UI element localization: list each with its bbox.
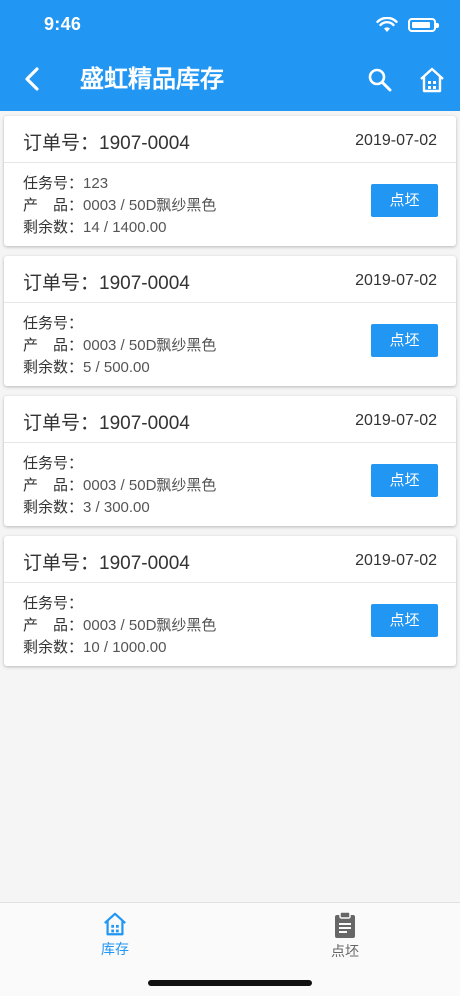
order-label: 订单号： [23,553,100,574]
order-number: 订单号：1907-0004 [23,133,190,155]
card-header: 订单号：1907-0004 2019-07-02 [4,256,456,303]
order-date: 2019-07-02 [355,412,437,429]
nav-label-check-blank: 点坯 [331,943,359,959]
remaining-label: 剩余数： [23,359,84,376]
card-header: 订单号：1907-0004 2019-07-02 [4,536,456,583]
order-label: 订单号： [23,413,100,434]
remaining-row: 剩余数：3 / 300.00 [23,498,150,518]
product-value: 0003 / 50D飘纱黑色 [83,477,217,494]
inventory-card: 订单号：1907-0004 2019-07-02 任务号： 产 品：0003 /… [4,536,456,666]
remaining-row: 剩余数：14 / 1400.00 [23,218,166,238]
task-row: 任务号： [23,594,83,614]
check-blank-button[interactable]: 点坯 [371,324,438,357]
task-row: 任务号：123 [23,174,108,194]
remaining-value: 3 / 300.00 [83,499,150,516]
task-value: 123 [83,175,109,192]
product-label: 产 品： [23,337,84,354]
check-blank-button[interactable]: 点坯 [371,184,438,217]
task-row: 任务号： [23,314,83,334]
nav-item-inventory[interactable]: 库存 [75,911,155,959]
product-row: 产 品：0003 / 50D飘纱黑色 [23,476,216,496]
order-value: 1907-0004 [99,413,190,434]
task-label: 任务号： [23,175,84,192]
battery-icon [408,18,439,32]
remaining-label: 剩余数： [23,639,84,656]
order-date: 2019-07-02 [355,552,437,569]
home-icon[interactable] [418,66,446,94]
card-body: 任务号： 产 品：0003 / 50D飘纱黑色 剩余数：10 / 1000.00… [4,583,456,666]
order-value: 1907-0004 [99,133,190,154]
product-value: 0003 / 50D飘纱黑色 [83,337,217,354]
order-number: 订单号：1907-0004 [23,413,190,435]
card-body: 任务号： 产 品：0003 / 50D飘纱黑色 剩余数：3 / 300.00 点… [4,443,456,526]
inventory-card: 订单号：1907-0004 2019-07-02 任务号： 产 品：0003 /… [4,256,456,386]
product-row: 产 品：0003 / 50D飘纱黑色 [23,196,216,216]
product-row: 产 品：0003 / 50D飘纱黑色 [23,336,216,356]
order-date: 2019-07-02 [355,132,437,149]
order-date: 2019-07-02 [355,272,437,289]
nav-item-check-blank[interactable]: 点坯 [305,911,385,961]
wifi-icon [376,17,398,33]
page-title: 盛虹精品库存 [80,66,224,93]
order-label: 订单号： [23,133,100,154]
remaining-row: 剩余数：5 / 500.00 [23,358,150,378]
check-blank-button[interactable]: 点坯 [371,604,438,637]
check-blank-button[interactable]: 点坯 [371,464,438,497]
order-value: 1907-0004 [99,273,190,294]
task-row: 任务号： [23,454,83,474]
order-number: 订单号：1907-0004 [23,273,190,295]
remaining-label: 剩余数： [23,219,84,236]
app-root: 9:46 盛虹精品库存 订单号：1907-0004 2019-07-02 任务号… [0,0,460,996]
remaining-row: 剩余数：10 / 1000.00 [23,638,166,658]
card-body: 任务号：123 产 品：0003 / 50D飘纱黑色 剩余数：14 / 1400… [4,163,456,246]
search-icon[interactable] [366,66,394,94]
task-label: 任务号： [23,455,84,472]
back-arrow-icon[interactable] [18,64,48,94]
product-label: 产 品： [23,617,84,634]
remaining-value: 5 / 500.00 [83,359,150,376]
status-time: 9:46 [44,14,82,34]
inventory-card: 订单号：1907-0004 2019-07-02 任务号： 产 品：0003 /… [4,396,456,526]
clipboard-icon [305,911,385,939]
task-label: 任务号： [23,315,84,332]
task-label: 任务号： [23,595,84,612]
product-row: 产 品：0003 / 50D飘纱黑色 [23,616,216,636]
order-value: 1907-0004 [99,553,190,574]
product-label: 产 品： [23,197,84,214]
order-label: 订单号： [23,273,100,294]
inventory-list: 订单号：1907-0004 2019-07-02 任务号：123 产 品：000… [4,116,456,676]
remaining-value: 10 / 1000.00 [83,639,167,656]
remaining-label: 剩余数： [23,499,84,516]
product-value: 0003 / 50D飘纱黑色 [83,617,217,634]
app-header: 9:46 盛虹精品库存 [0,0,460,111]
remaining-value: 14 / 1400.00 [83,219,167,236]
product-label: 产 品： [23,477,84,494]
status-indicators [376,14,439,36]
order-number: 订单号：1907-0004 [23,553,190,575]
product-value: 0003 / 50D飘纱黑色 [83,197,217,214]
home-indicator [148,980,312,986]
card-header: 订单号：1907-0004 2019-07-02 [4,396,456,443]
card-header: 订单号：1907-0004 2019-07-02 [4,116,456,163]
nav-label-inventory: 库存 [101,941,129,957]
home-icon [75,911,155,937]
card-body: 任务号： 产 品：0003 / 50D飘纱黑色 剩余数：5 / 500.00 点… [4,303,456,386]
inventory-card: 订单号：1907-0004 2019-07-02 任务号：123 产 品：000… [4,116,456,246]
